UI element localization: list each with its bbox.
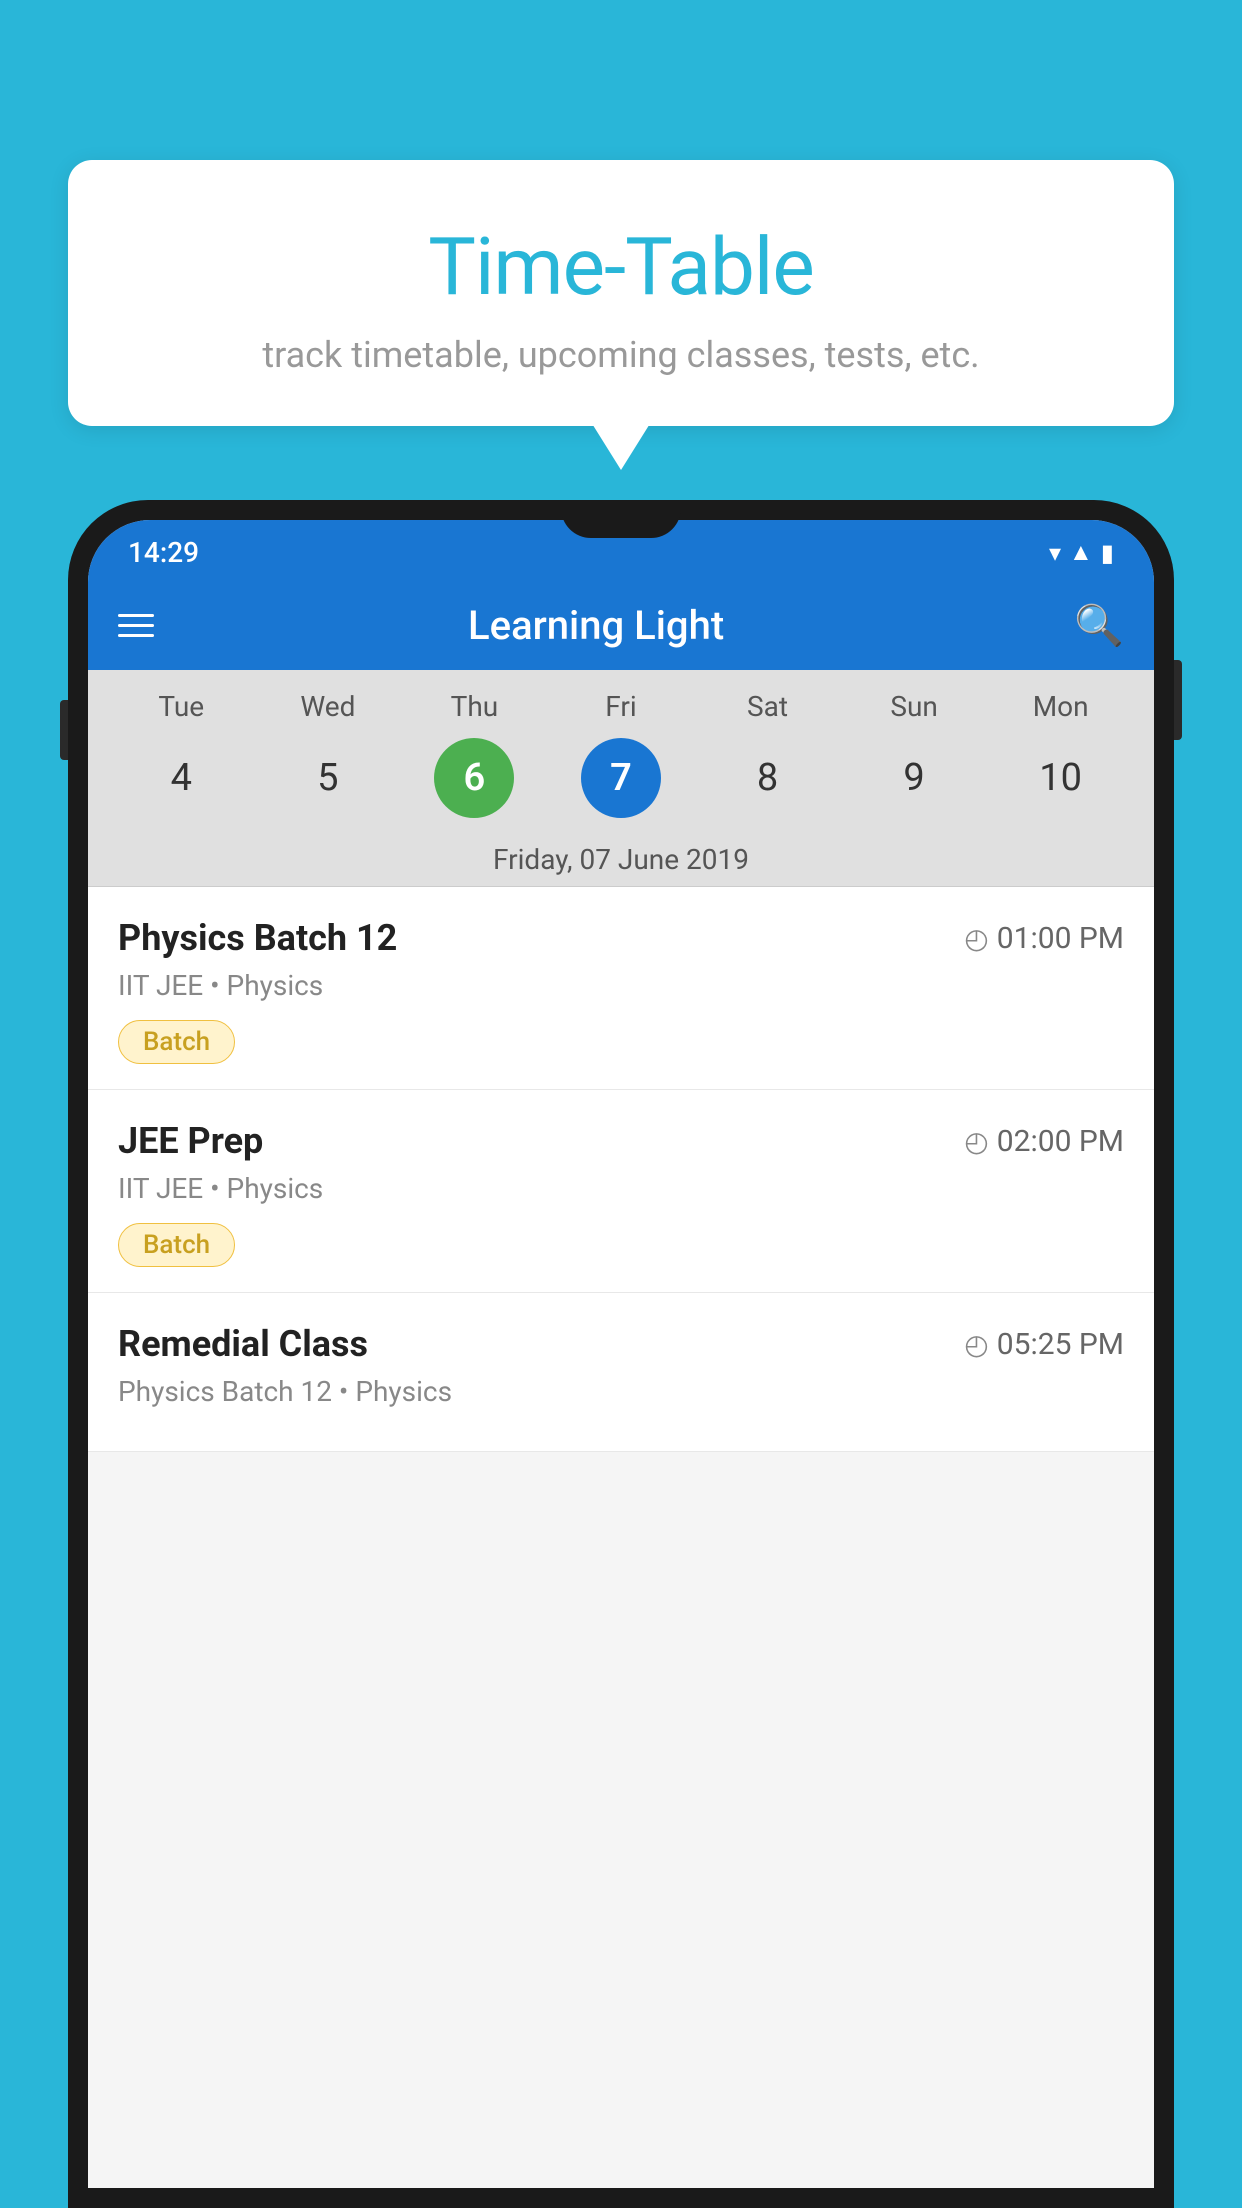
wifi-icon: ▾ bbox=[1049, 539, 1061, 567]
day-wed[interactable]: Wed bbox=[288, 690, 368, 723]
schedule-item-3[interactable]: Remedial Class ◴ 05:25 PM Physics Batch … bbox=[88, 1293, 1154, 1452]
day-tue[interactable]: Tue bbox=[141, 690, 221, 723]
day-sun[interactable]: Sun bbox=[874, 690, 954, 723]
schedule-item-1-time-value: 01:00 PM bbox=[997, 921, 1124, 956]
speech-bubble: Time-Table track timetable, upcoming cla… bbox=[68, 160, 1174, 426]
phone-mockup: 14:29 ▾ ▲ ▮ Learning Light 🔍 bbox=[68, 500, 1174, 2208]
date-10[interactable]: 10 bbox=[1021, 738, 1101, 818]
schedule-item-1-title: Physics Batch 12 bbox=[118, 917, 397, 959]
schedule-item-3-subtitle: Physics Batch 12 • Physics bbox=[118, 1375, 1124, 1408]
date-9[interactable]: 9 bbox=[874, 738, 954, 818]
volume-button bbox=[60, 700, 68, 760]
day-fri[interactable]: Fri bbox=[581, 690, 661, 723]
date-5[interactable]: 5 bbox=[288, 738, 368, 818]
batch-badge-1: Batch bbox=[118, 1020, 235, 1064]
calendar-header: Tue Wed Thu Fri Sat Sun Mon 4 5 6 7 8 9 … bbox=[88, 670, 1154, 887]
day-sat[interactable]: Sat bbox=[728, 690, 808, 723]
day-mon[interactable]: Mon bbox=[1021, 690, 1101, 723]
selected-date-label: Friday, 07 June 2019 bbox=[88, 833, 1154, 887]
schedule-item-3-time: ◴ 05:25 PM bbox=[964, 1327, 1124, 1362]
clock-icon-1: ◴ bbox=[964, 922, 988, 955]
date-8[interactable]: 8 bbox=[728, 738, 808, 818]
app-bar: Learning Light 🔍 bbox=[88, 580, 1154, 670]
day-numbers-row: 4 5 6 7 8 9 10 bbox=[88, 733, 1154, 833]
battery-icon: ▮ bbox=[1101, 539, 1114, 567]
schedule-item-1-subtitle: IIT JEE • Physics bbox=[118, 969, 1124, 1002]
schedule-item-1-header: Physics Batch 12 ◴ 01:00 PM bbox=[118, 917, 1124, 959]
schedule-item-3-time-value: 05:25 PM bbox=[997, 1327, 1124, 1362]
schedule-item-2-header: JEE Prep ◴ 02:00 PM bbox=[118, 1120, 1124, 1162]
power-button bbox=[1174, 660, 1182, 740]
date-7-selected[interactable]: 7 bbox=[581, 738, 661, 818]
batch-badge-2: Batch bbox=[118, 1223, 235, 1267]
app-title: Learning Light bbox=[118, 602, 1074, 649]
phone-notch bbox=[561, 500, 681, 538]
day-names-row: Tue Wed Thu Fri Sat Sun Mon bbox=[88, 690, 1154, 733]
clock-icon-3: ◴ bbox=[964, 1328, 988, 1361]
speech-bubble-title: Time-Table bbox=[108, 220, 1134, 314]
schedule-item-2-time: ◴ 02:00 PM bbox=[964, 1124, 1124, 1159]
search-button[interactable]: 🔍 bbox=[1074, 602, 1124, 649]
schedule-item-1[interactable]: Physics Batch 12 ◴ 01:00 PM IIT JEE • Ph… bbox=[88, 887, 1154, 1090]
schedule-list: Physics Batch 12 ◴ 01:00 PM IIT JEE • Ph… bbox=[88, 887, 1154, 1452]
speech-bubble-container: Time-Table track timetable, upcoming cla… bbox=[68, 160, 1174, 426]
status-icons: ▾ ▲ ▮ bbox=[1049, 538, 1114, 567]
date-6-today[interactable]: 6 bbox=[434, 738, 514, 818]
schedule-item-2-subtitle: IIT JEE • Physics bbox=[118, 1172, 1124, 1205]
schedule-item-2-time-value: 02:00 PM bbox=[997, 1124, 1124, 1159]
day-thu[interactable]: Thu bbox=[434, 690, 514, 723]
phone-screen: 14:29 ▾ ▲ ▮ Learning Light 🔍 bbox=[88, 520, 1154, 2188]
phone-outer: 14:29 ▾ ▲ ▮ Learning Light 🔍 bbox=[68, 500, 1174, 2208]
schedule-item-1-time: ◴ 01:00 PM bbox=[964, 921, 1124, 956]
speech-bubble-subtitle: track timetable, upcoming classes, tests… bbox=[108, 334, 1134, 376]
date-4[interactable]: 4 bbox=[141, 738, 221, 818]
schedule-item-3-title: Remedial Class bbox=[118, 1323, 368, 1365]
signal-icon: ▲ bbox=[1069, 538, 1093, 567]
schedule-item-2[interactable]: JEE Prep ◴ 02:00 PM IIT JEE • Physics Ba… bbox=[88, 1090, 1154, 1293]
schedule-item-2-title: JEE Prep bbox=[118, 1120, 263, 1162]
schedule-item-3-header: Remedial Class ◴ 05:25 PM bbox=[118, 1323, 1124, 1365]
status-time: 14:29 bbox=[128, 536, 199, 569]
clock-icon-2: ◴ bbox=[964, 1125, 988, 1158]
